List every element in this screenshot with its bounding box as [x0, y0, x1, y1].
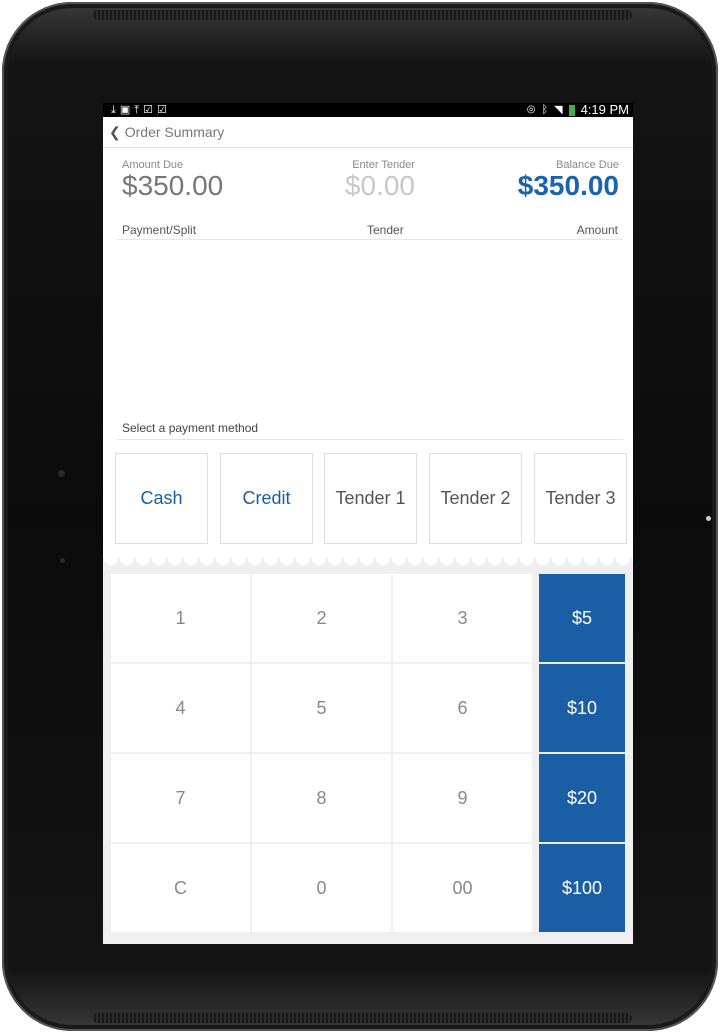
tender-1-button[interactable]: Tender 1 — [324, 453, 417, 544]
upload-icon: ⤒ — [134, 104, 140, 116]
payments-table-header: Payment/Split Tender Amount — [117, 221, 623, 240]
amount-due: Amount Due $350.00 — [122, 159, 223, 201]
eye-icon: ◎ — [526, 104, 536, 115]
back-button-label: Order Summary — [124, 124, 225, 140]
keypad: 1 2 3 $5 4 5 6 $10 7 8 9 $20 C 0 00 $100 — [103, 558, 633, 944]
key-4[interactable]: 4 — [111, 664, 250, 752]
battery-icon — [568, 104, 575, 116]
sensor-icon — [60, 558, 65, 563]
bag-check-icon: ☑ — [157, 104, 167, 116]
speaker-grille-top — [92, 10, 632, 20]
key-3[interactable]: 3 — [393, 574, 532, 662]
key-6[interactable]: 6 — [393, 664, 532, 752]
enter-tender[interactable]: Enter Tender $0.00 — [343, 159, 415, 201]
system-icons: ◎ ᛒ ◥ 4:19 PM — [527, 103, 629, 117]
column-header-payment-split: Payment/Split — [122, 223, 197, 237]
chevron-left-icon: ❮ — [109, 123, 121, 140]
download-icon: ⤓ — [111, 104, 116, 116]
notification-icons: ⤓ ▣ ⤒ ☑ ☑ — [111, 103, 167, 117]
balance-due: Balance Due $350.00 — [518, 159, 619, 201]
bluetooth-icon: ᛒ — [541, 104, 549, 116]
wifi-icon: ◥ — [554, 104, 563, 116]
payment-methods: Cash Credit Tender 1 Tender 2 Tender 3 — [115, 453, 627, 544]
status-bar: ⤓ ▣ ⤒ ☑ ☑ ◎ ᛒ ◥ 4:19 PM — [103, 103, 633, 117]
credit-button[interactable]: Credit — [220, 453, 313, 544]
column-header-tender: Tender — [367, 223, 404, 237]
key-5[interactable]: 5 — [252, 664, 391, 752]
key-1[interactable]: 1 — [111, 574, 250, 662]
payment-method-title: Select a payment method — [117, 421, 623, 440]
payment-summary: Amount Due $350.00 Enter Tender $0.00 Ba… — [117, 159, 619, 209]
image-icon: ▣ — [119, 104, 131, 116]
quick-100-button[interactable]: $100 — [539, 844, 625, 932]
key-0[interactable]: 0 — [252, 844, 391, 932]
quick-10-button[interactable]: $10 — [539, 664, 625, 752]
receipt-edge — [103, 558, 633, 570]
balance-due-value: $350.00 — [517, 170, 619, 201]
key-7[interactable]: 7 — [111, 754, 250, 842]
tender-3-button[interactable]: Tender 3 — [534, 453, 627, 544]
amount-due-value: $350.00 — [122, 170, 224, 201]
key-9[interactable]: 9 — [393, 754, 532, 842]
sensor-icon — [58, 470, 65, 477]
bag-check-icon: ☑ — [143, 104, 154, 116]
back-button[interactable]: ❮ Order Summary — [109, 124, 224, 141]
tender-2-button[interactable]: Tender 2 — [429, 453, 522, 544]
enter-tender-value[interactable]: $0.00 — [343, 171, 415, 201]
cash-button[interactable]: Cash — [115, 453, 208, 544]
camera-icon — [706, 516, 711, 521]
speaker-grille-bottom — [92, 1013, 632, 1023]
top-bar: ❮ Order Summary — [103, 117, 633, 148]
quick-5-button[interactable]: $5 — [539, 574, 625, 662]
app-screen: ⤓ ▣ ⤒ ☑ ☑ ◎ ᛒ ◥ 4:19 PM ❮ Order Summary … — [103, 103, 633, 944]
key-00[interactable]: 00 — [393, 844, 532, 932]
clear-key[interactable]: C — [111, 844, 250, 932]
key-8[interactable]: 8 — [252, 754, 391, 842]
column-header-amount: Amount — [576, 223, 618, 237]
quick-20-button[interactable]: $20 — [539, 754, 625, 842]
key-2[interactable]: 2 — [252, 574, 391, 662]
clock: 4:19 PM — [580, 103, 629, 117]
